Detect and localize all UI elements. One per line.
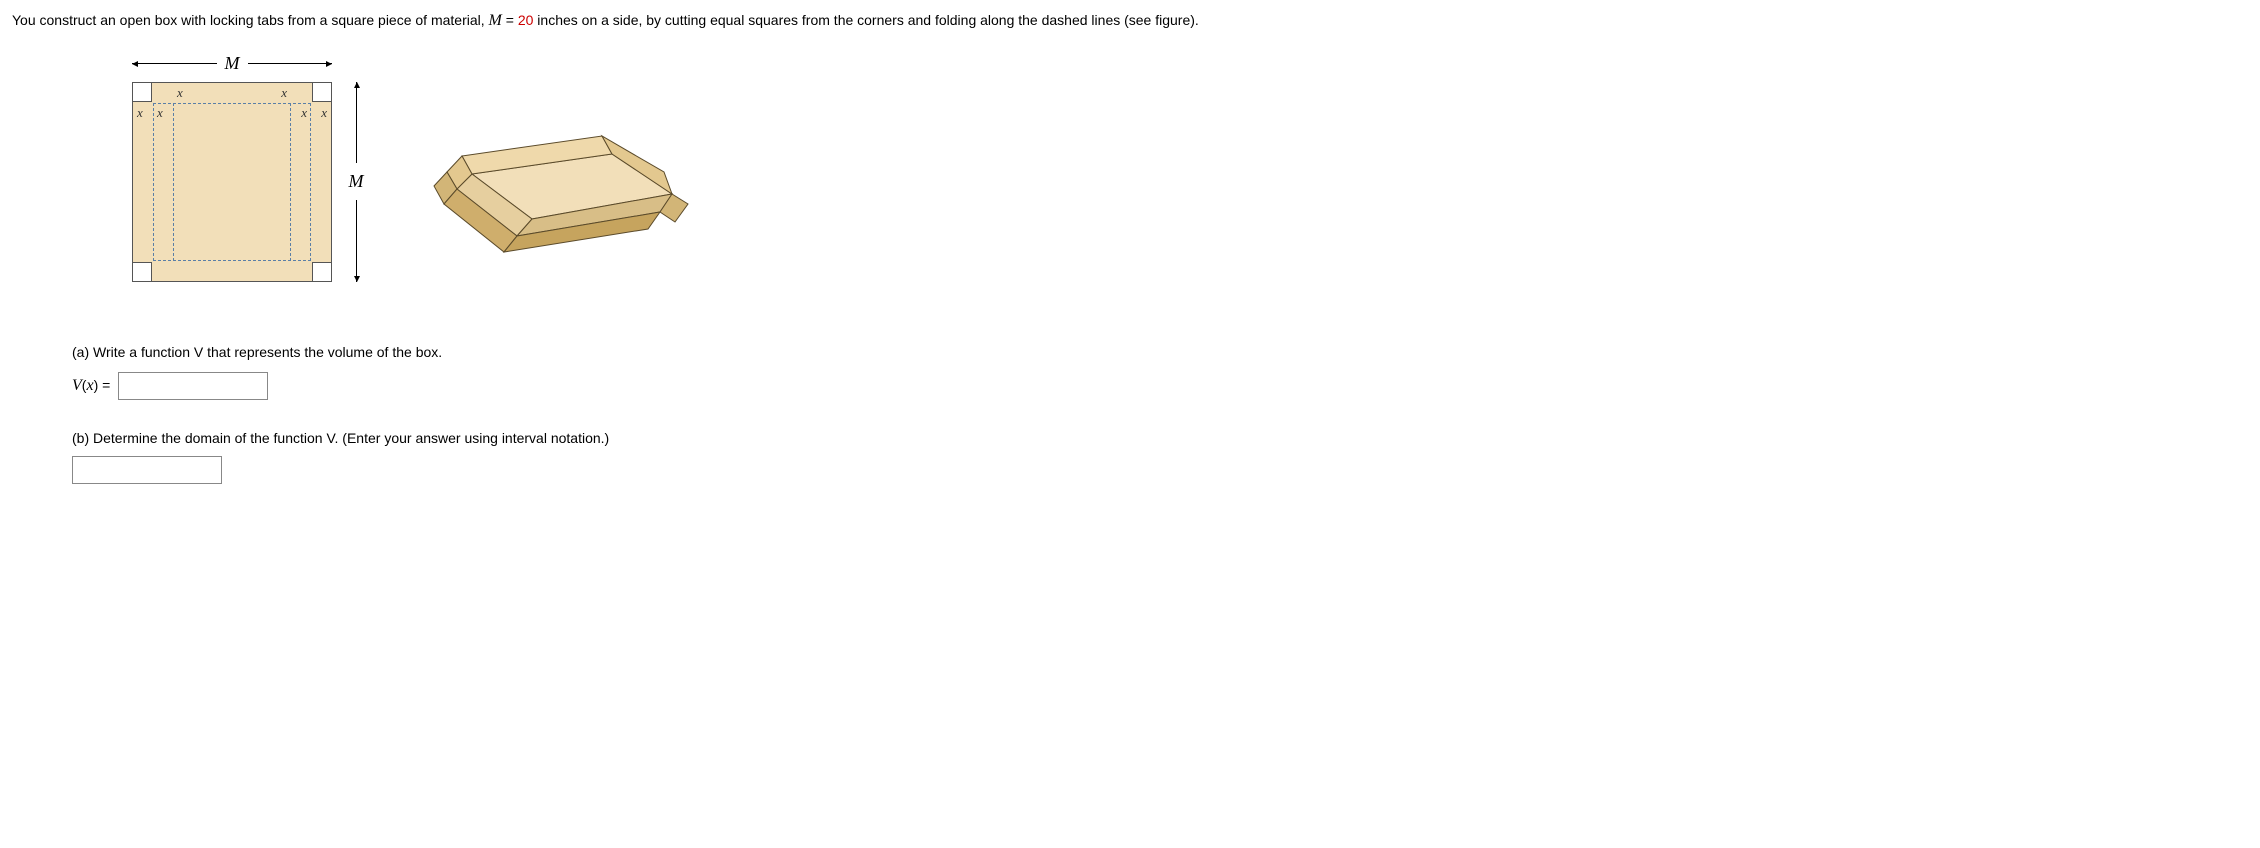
problem-statement: You construct an open box with locking t… bbox=[12, 8, 2248, 34]
fold-v-l1 bbox=[153, 103, 154, 261]
dim-label-m-right: M bbox=[349, 163, 364, 200]
box-3d-diagram bbox=[412, 94, 712, 267]
part-b-input[interactable] bbox=[72, 456, 222, 484]
x-label-left-1: x bbox=[137, 105, 143, 121]
vx-lhs: V(x) = bbox=[72, 377, 110, 395]
dim-line-right bbox=[248, 63, 333, 64]
part-a-input[interactable] bbox=[118, 372, 268, 400]
dim-right: M bbox=[346, 82, 366, 282]
dim-line-left bbox=[132, 63, 217, 64]
part-b-answer-row bbox=[72, 456, 2248, 484]
fold-h-b1 bbox=[153, 260, 311, 261]
flat-diagram: M M x x x x x x bbox=[112, 54, 372, 314]
fold-v-r1 bbox=[310, 103, 311, 261]
cut-corner-tr bbox=[312, 82, 332, 102]
part-a-answer-row: V(x) = bbox=[72, 372, 2248, 400]
x-label-left-2: x bbox=[157, 105, 163, 121]
dim-vline-bottom bbox=[356, 200, 357, 282]
x-var: x bbox=[86, 377, 93, 394]
x-label-right-2: x bbox=[301, 105, 307, 121]
dim-vline-top bbox=[356, 82, 357, 164]
dim-top: M bbox=[132, 54, 332, 74]
part-a-prompt: (a) Write a function V that represents t… bbox=[72, 344, 2248, 360]
fold-h-t1 bbox=[153, 103, 311, 104]
figure-row: M M x x x x x x bbox=[112, 54, 2248, 314]
intro-text-2: inches on a side, by cutting equal squar… bbox=[533, 12, 1198, 28]
cut-corner-tl bbox=[132, 82, 152, 102]
x-label-top-left: x bbox=[177, 85, 183, 101]
dim-label-m-top: M bbox=[217, 53, 248, 74]
fold-v-l2 bbox=[173, 103, 174, 261]
x-label-top-right: x bbox=[281, 85, 287, 101]
m-variable: M bbox=[489, 12, 502, 29]
v-var: V bbox=[72, 377, 82, 394]
fold-v-r2 bbox=[290, 103, 291, 261]
cut-corner-bl bbox=[132, 262, 152, 282]
x-label-right-1: x bbox=[321, 105, 327, 121]
equals-sign: = bbox=[502, 12, 518, 28]
cut-corner-br bbox=[312, 262, 332, 282]
m-value: 20 bbox=[518, 12, 534, 28]
intro-text-1: You construct an open box with locking t… bbox=[12, 12, 489, 28]
flat-square: x x x x x x bbox=[132, 82, 332, 282]
part-a-text: (a) Write a function V that represents t… bbox=[72, 344, 442, 360]
part-b-text: (b) Determine the domain of the function… bbox=[72, 430, 609, 446]
part-b-prompt: (b) Determine the domain of the function… bbox=[72, 430, 2248, 446]
